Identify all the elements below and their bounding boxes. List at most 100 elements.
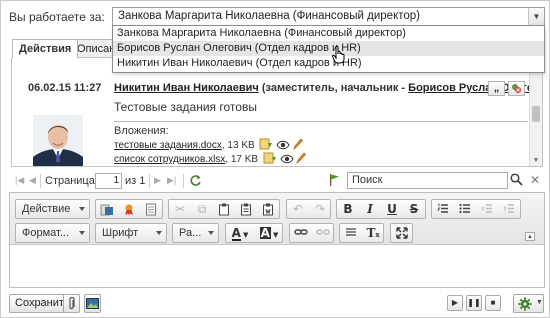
attach-file-button[interactable] bbox=[63, 294, 80, 313]
tab-actions[interactable]: Действия bbox=[12, 39, 79, 58]
bulleted-list-icon[interactable] bbox=[454, 200, 476, 218]
toolbar-group-misc: Tx bbox=[339, 223, 384, 243]
next-page-icon[interactable]: ▶ bbox=[154, 175, 161, 186]
scroll-down-icon[interactable]: ▼ bbox=[530, 156, 542, 166]
size-dropdown[interactable]: Ра... bbox=[172, 223, 219, 243]
chevron-down-icon bbox=[79, 231, 85, 235]
attachments-label: Вложения: bbox=[114, 125, 169, 137]
paste-text-icon[interactable] bbox=[235, 200, 257, 218]
stop-icon[interactable]: ■ bbox=[485, 295, 501, 311]
refresh-icon[interactable] bbox=[189, 174, 202, 187]
indent-icon[interactable] bbox=[498, 200, 520, 218]
sender-name-link[interactable]: Никитин Иван Николаевич bbox=[114, 82, 259, 94]
format-dropdown[interactable]: Формат... bbox=[15, 223, 90, 243]
undo-icon[interactable]: ↶ bbox=[287, 200, 309, 218]
delete-message-button[interactable] bbox=[508, 81, 525, 96]
redo-icon[interactable]: ↷ bbox=[309, 200, 331, 218]
editor-toolbar: Действие ✂ ⧉ ↶ ↷ B I U S Формат... Шрифт… bbox=[10, 193, 544, 245]
chevron-down-icon bbox=[156, 231, 162, 235]
unlink-icon[interactable] bbox=[312, 224, 334, 242]
edit-pencil-icon[interactable] bbox=[296, 152, 307, 164]
toolbar-group-history: ↶ ↷ bbox=[286, 199, 331, 219]
maximize-icon[interactable] bbox=[391, 224, 413, 242]
clear-formatting-button[interactable]: Tx bbox=[362, 224, 384, 242]
settings-button[interactable]: ▼ bbox=[513, 294, 544, 313]
page-input[interactable]: 1 bbox=[95, 173, 122, 189]
bg-color-label: A bbox=[259, 226, 271, 240]
search-button[interactable] bbox=[510, 173, 523, 189]
clear-search-icon[interactable]: ✕ bbox=[530, 173, 540, 187]
search-input[interactable]: Поиск bbox=[347, 172, 508, 189]
font-dropdown[interactable]: Шрифт bbox=[95, 223, 167, 243]
working-as-select[interactable]: Занкова Маргарита Николаевна (Финансовый… bbox=[112, 7, 545, 26]
page-label: Страница bbox=[45, 175, 95, 187]
background-color-button[interactable]: A ▼ bbox=[255, 224, 283, 242]
message-pane: 06.02.15 11:27 Никитин Иван Николаевич (… bbox=[11, 57, 543, 167]
vertical-scrollbar[interactable]: ▲ ▼ bbox=[529, 58, 542, 166]
toolbar-group-style: B I U S bbox=[336, 199, 426, 219]
attachment-size: , 17 KB bbox=[225, 154, 259, 166]
toolbar-group-clipboard: ✂ ⧉ bbox=[168, 199, 280, 219]
gear-icon bbox=[518, 297, 532, 311]
paste-from-word-button[interactable] bbox=[96, 200, 118, 218]
hand-cursor-icon bbox=[332, 46, 345, 64]
bold-button[interactable]: B bbox=[337, 200, 359, 218]
divider bbox=[183, 174, 184, 188]
paste-word-icon bbox=[100, 204, 113, 216]
toolbar-group-view bbox=[390, 223, 413, 243]
attachment-link[interactable]: тестовые задания.docx bbox=[114, 140, 222, 151]
size-dropdown-label: Ра... bbox=[179, 227, 202, 239]
copy-icon[interactable]: ⧉ bbox=[191, 200, 213, 218]
quote-button[interactable]: „ bbox=[488, 81, 505, 96]
insert-image-button[interactable] bbox=[84, 294, 101, 313]
working-as-dropdown-list: Занкова Маргарита Николаевна (Финансовый… bbox=[112, 25, 545, 73]
action-dropdown[interactable]: Действие bbox=[15, 199, 90, 219]
download-icon[interactable] bbox=[263, 152, 277, 164]
message-date: 06.02.15 11:27 bbox=[28, 82, 102, 94]
dropdown-option-hovered[interactable]: Борисов Руслан Олегович (Отдел кадров и … bbox=[113, 41, 544, 56]
underline-button[interactable]: U bbox=[381, 200, 403, 218]
edit-pencil-icon[interactable] bbox=[293, 138, 304, 150]
dropdown-option[interactable]: Никитин Иван Николаевич (Отдел кадров и … bbox=[113, 56, 544, 71]
eye-icon[interactable] bbox=[280, 154, 294, 164]
play-icon[interactable]: ▶ bbox=[447, 295, 463, 311]
pause-icon[interactable]: ❚❚ bbox=[466, 295, 482, 311]
outdent-icon[interactable] bbox=[476, 200, 498, 218]
font-color-button[interactable]: A ▼ bbox=[226, 224, 254, 242]
download-icon[interactable] bbox=[259, 138, 273, 150]
document-icon bbox=[146, 203, 156, 216]
page-count: из 1 bbox=[125, 175, 146, 187]
last-page-icon[interactable]: ▶| bbox=[167, 175, 176, 186]
search-icon bbox=[510, 173, 523, 186]
italic-button[interactable]: I bbox=[359, 200, 381, 218]
toolbar-group-colors: A ▼ A ▼ bbox=[225, 223, 283, 243]
numbered-list-icon[interactable] bbox=[432, 200, 454, 218]
cut-icon[interactable]: ✂ bbox=[169, 200, 191, 218]
attachment-row: список сотрудников.xlsx, 17 KB bbox=[114, 152, 307, 166]
paste-icon[interactable] bbox=[213, 200, 235, 218]
collapse-toolbar-icon[interactable]: ▲ bbox=[525, 232, 535, 241]
dropdown-option[interactable]: Занкова Маргарита Николаевна (Финансовый… bbox=[113, 26, 544, 41]
chevron-down-icon: ▼ bbox=[536, 299, 543, 306]
attachment-actions bbox=[259, 138, 304, 153]
toolbar-group-links bbox=[289, 223, 334, 243]
divider bbox=[114, 121, 528, 122]
print-button[interactable] bbox=[140, 200, 162, 218]
chevron-down-icon[interactable]: ▼ bbox=[528, 8, 544, 25]
flag-icon[interactable] bbox=[329, 173, 341, 187]
avatar bbox=[33, 115, 83, 166]
paperclip-icon bbox=[69, 296, 75, 310]
scroll-thumb[interactable] bbox=[532, 106, 540, 122]
eye-icon[interactable] bbox=[276, 140, 290, 150]
horizontal-line-icon[interactable] bbox=[340, 224, 362, 242]
format-dropdown-label: Формат... bbox=[22, 227, 70, 239]
strikethrough-button[interactable]: S bbox=[403, 200, 425, 218]
action-dropdown-label: Действие bbox=[22, 203, 71, 215]
attachment-link[interactable]: список сотрудников.xlsx bbox=[114, 154, 225, 165]
toolbar-group-lists bbox=[431, 199, 521, 219]
prev-page-icon[interactable]: ◀ bbox=[29, 175, 36, 186]
first-page-icon[interactable]: |◀ bbox=[15, 175, 24, 186]
paste-word-icon[interactable] bbox=[257, 200, 279, 218]
link-icon[interactable] bbox=[290, 224, 312, 242]
special-char-button[interactable] bbox=[118, 200, 140, 218]
